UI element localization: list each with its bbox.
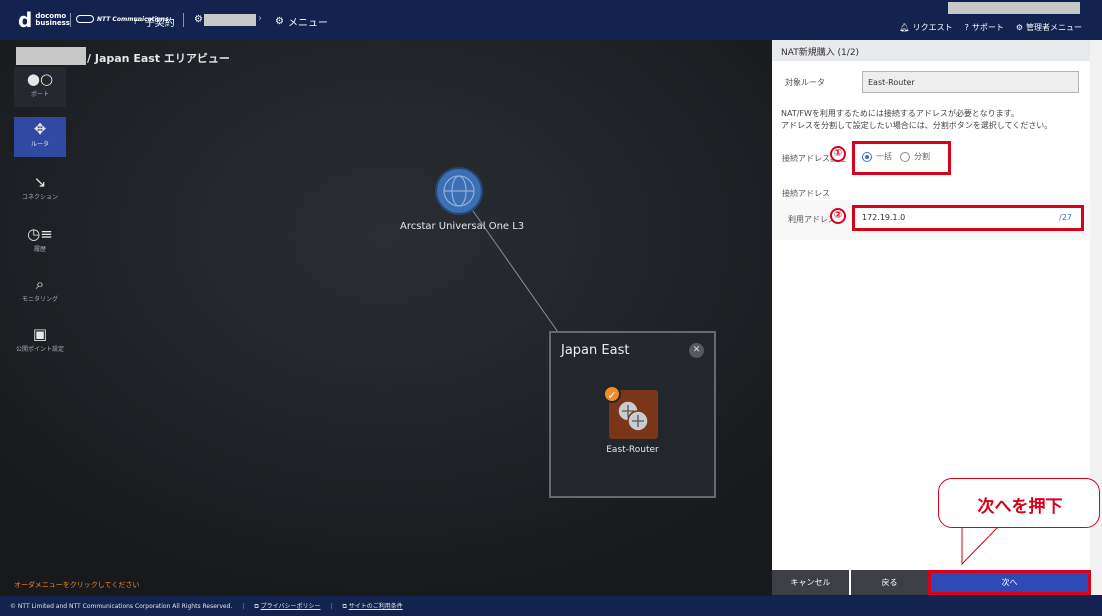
notice-text: NAT/FWを利用するためには接続するアドレスが必要となります。 アドレスを分割… (781, 108, 1081, 132)
privacy-label: プライバシーポリシー (260, 603, 321, 610)
panel-title: NAT新規購入 (1/2) (772, 40, 1090, 61)
header-divider (183, 13, 184, 27)
admin-menu-link[interactable]: ⚙ 管理者メニュー (1016, 22, 1082, 33)
ntt-logo-icon (76, 15, 94, 23)
request-link[interactable]: 🔔︎ リクエスト (899, 22, 952, 33)
cloud-node (435, 167, 483, 215)
rail-item-connection[interactable]: ↘ コネクション (14, 170, 66, 210)
rail-label-history: 履歴 (33, 246, 46, 253)
masked-area-prefix (16, 47, 86, 65)
rail-item-history[interactable]: ◷≡ 履歴 (14, 222, 66, 262)
public-point-icon: ▣ (32, 325, 48, 343)
privacy-link[interactable]: ⧉ プライバシーポリシー (254, 601, 320, 611)
region-title: Japan East (561, 343, 630, 358)
menu-gear-icon: ⚙ (275, 16, 284, 27)
copyright-text: © NTT Limited and NTT Communications Cor… (10, 602, 233, 610)
request-label: リクエスト (912, 23, 953, 32)
step-badge-1: ① (830, 146, 846, 162)
port-icon: ●○ (26, 70, 54, 88)
target-router-label: 対象ルータ (785, 78, 825, 87)
settings-circle-icon: ⚙ (194, 14, 203, 25)
highlight-address-box (852, 205, 1084, 231)
history-icon: ◷≡ (27, 225, 53, 243)
contract-tree-icon: ⊢ (134, 16, 143, 27)
rail-label-router: ルータ (30, 141, 49, 148)
rail-label-connection: コネクション (21, 194, 58, 201)
footer-divider: | (330, 602, 333, 610)
area-view-title: / Japan East エリアビュー (87, 52, 230, 65)
cancel-button[interactable]: キャンセル (772, 570, 849, 595)
rail-item-monitoring[interactable]: ⌕ モニタリング (14, 272, 66, 312)
monitoring-icon: ⌕ (35, 275, 45, 293)
rail-item-router[interactable]: ✥ ルータ (14, 117, 66, 157)
topology-canvas (0, 40, 772, 596)
order-menu-hint: オーダメニューをクリックしてください (14, 581, 140, 589)
chevron-right-icon: › (258, 13, 262, 24)
help-icon: ? (964, 23, 969, 32)
header-divider (70, 13, 71, 27)
router-icon: ✥ (33, 120, 47, 138)
check-icon: ✓ (603, 385, 621, 403)
callout-pointer (961, 526, 999, 566)
canvas-background (0, 40, 772, 596)
brand-d-mark: d (18, 8, 33, 32)
rail-item-public-point[interactable]: ▣ 公開ポイント設定 (14, 322, 66, 362)
contract-label: 子契約 (144, 18, 175, 29)
terms-link[interactable]: ⧉ サイトのご利用条件 (342, 601, 402, 611)
router-node-label: East-Router (606, 445, 659, 455)
use-address-label: 利用アドレス (788, 215, 836, 224)
back-button[interactable]: 戻る (851, 570, 928, 595)
terms-label: サイトのご利用条件 (348, 603, 403, 610)
docomo-business-logo[interactable]: d docomo business (18, 8, 70, 32)
top-header: d docomo business NTT Communications ⊢ 子… (0, 0, 1102, 40)
brand-words: docomo business (35, 13, 70, 27)
rail-item-port[interactable]: ●○ ポート (14, 67, 66, 107)
menu-label: メニュー (287, 18, 328, 29)
rail-label-port: ポート (30, 91, 49, 98)
close-icon[interactable]: ✕ (689, 343, 704, 358)
brand-bottom-text: business (35, 19, 70, 27)
page-footer: © NTT Limited and NTT Communications Cor… (0, 596, 1102, 616)
notice-line-1: NAT/FWを利用するためには接続するアドレスが必要となります。 (781, 109, 1019, 118)
section-title: 接続アドレス (782, 189, 830, 198)
masked-account-name[interactable] (204, 14, 256, 26)
admin-menu-label: 管理者メニュー (1026, 23, 1082, 32)
target-router-field: East-Router (862, 71, 1079, 93)
callout-text: 次へを押下 (977, 497, 1063, 517)
footer-divider: | (242, 602, 245, 610)
instruction-callout: 次へを押下 (938, 478, 1100, 528)
contract-selector[interactable]: ⊢ 子契約 (134, 14, 175, 29)
notice-line-2: アドレスを分割して設定したい場合には、分割ボタンを選択してください。 (781, 121, 1053, 130)
next-button[interactable]: 次へ (928, 570, 1091, 595)
cloud-node-label[interactable]: Arcstar Universal One L3 (400, 221, 524, 232)
menu-link[interactable]: ⚙ メニュー (275, 14, 328, 29)
masked-user-name (948, 2, 1080, 14)
step-badge-2: ② (830, 208, 846, 224)
support-label: サポート (971, 23, 1004, 32)
highlight-radio-box (852, 141, 951, 175)
header-links: 🔔︎ リクエスト ? サポート ⚙ 管理者メニュー (899, 22, 1082, 33)
rail-label-monitoring: モニタリング (21, 296, 58, 303)
rail-label-public-point: 公開ポイント設定 (15, 346, 64, 353)
support-link[interactable]: ? サポート (965, 22, 1004, 33)
external-link-icon: ⧉ (254, 603, 259, 610)
bell-icon: 🔔︎ (899, 23, 910, 32)
connection-icon: ↘ (33, 173, 47, 191)
region-box: Japan East ✕ ✓ East-Router (549, 331, 716, 498)
gear-icon: ⚙ (1015, 23, 1023, 32)
external-link-icon: ⧉ (342, 603, 347, 610)
